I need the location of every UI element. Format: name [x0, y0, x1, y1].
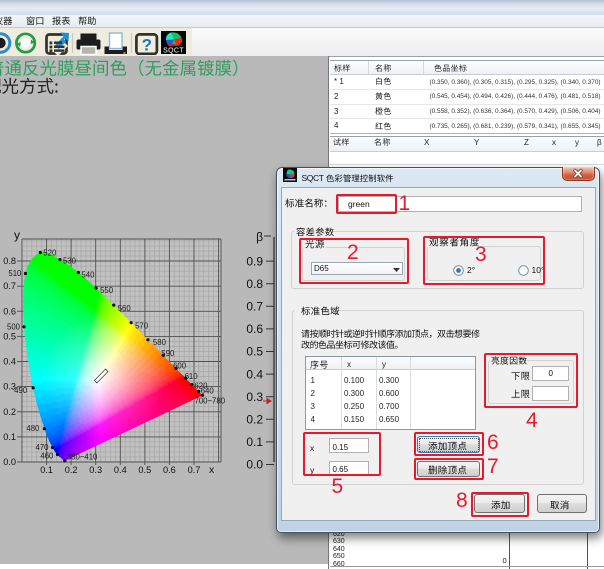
svg-text:0.4: 0.4	[246, 367, 263, 381]
svg-text:0.0: 0.0	[246, 458, 263, 472]
svg-text:700~780: 700~780	[195, 396, 226, 405]
svg-text:550: 550	[100, 286, 114, 295]
svg-text:500: 500	[7, 322, 21, 331]
svg-text:β: β	[256, 230, 263, 244]
svg-text:480: 480	[26, 424, 40, 433]
svg-text:490: 490	[14, 386, 28, 395]
svg-text:0.5: 0.5	[246, 345, 263, 359]
svg-text:530: 530	[63, 257, 77, 266]
svg-text:590: 590	[161, 349, 175, 358]
svg-text:0.5: 0.5	[138, 465, 151, 475]
svg-text:0.9: 0.9	[246, 254, 263, 268]
svg-text:0.8: 0.8	[246, 277, 263, 291]
svg-text:?: ?	[142, 36, 152, 55]
svg-text:610: 610	[185, 372, 199, 381]
svg-text:0.7: 0.7	[188, 465, 201, 475]
svg-text:0.6: 0.6	[163, 465, 176, 475]
svg-text:y: y	[14, 228, 20, 242]
svg-text:SQCT: SQCT	[163, 48, 184, 55]
svg-text:0.8: 0.8	[3, 256, 16, 266]
svg-text:460: 460	[40, 452, 54, 461]
svg-text:0.4: 0.4	[3, 357, 16, 367]
svg-text:540: 540	[81, 271, 95, 280]
svg-text:510: 510	[8, 269, 22, 278]
svg-text:570: 570	[135, 322, 149, 331]
svg-text:0.7: 0.7	[246, 300, 263, 314]
svg-text:0.1: 0.1	[246, 435, 263, 449]
svg-text:0.1: 0.1	[3, 432, 16, 442]
svg-text:0.3: 0.3	[89, 465, 102, 475]
svg-text:0.7: 0.7	[3, 281, 16, 291]
svg-text:380~410: 380~410	[67, 453, 98, 462]
svg-text:0.2: 0.2	[246, 413, 263, 427]
svg-text:0.6: 0.6	[246, 322, 263, 336]
svg-text:0.4: 0.4	[114, 465, 127, 475]
svg-text:x: x	[209, 464, 215, 476]
svg-text:600: 600	[173, 361, 187, 370]
svg-text:0.5: 0.5	[3, 331, 16, 341]
svg-text:0.3: 0.3	[246, 390, 263, 404]
svg-text:560: 560	[118, 304, 132, 313]
svg-text:580: 580	[153, 338, 167, 347]
svg-text:0.2: 0.2	[3, 407, 16, 417]
svg-text:0.3: 0.3	[3, 382, 16, 392]
svg-text:640: 640	[201, 386, 215, 395]
svg-text:520: 520	[43, 249, 57, 258]
svg-text:0.1: 0.1	[40, 465, 53, 475]
svg-text:0.0: 0.0	[3, 457, 16, 467]
svg-text:0.6: 0.6	[3, 306, 16, 316]
svg-text:0.2: 0.2	[65, 465, 78, 475]
